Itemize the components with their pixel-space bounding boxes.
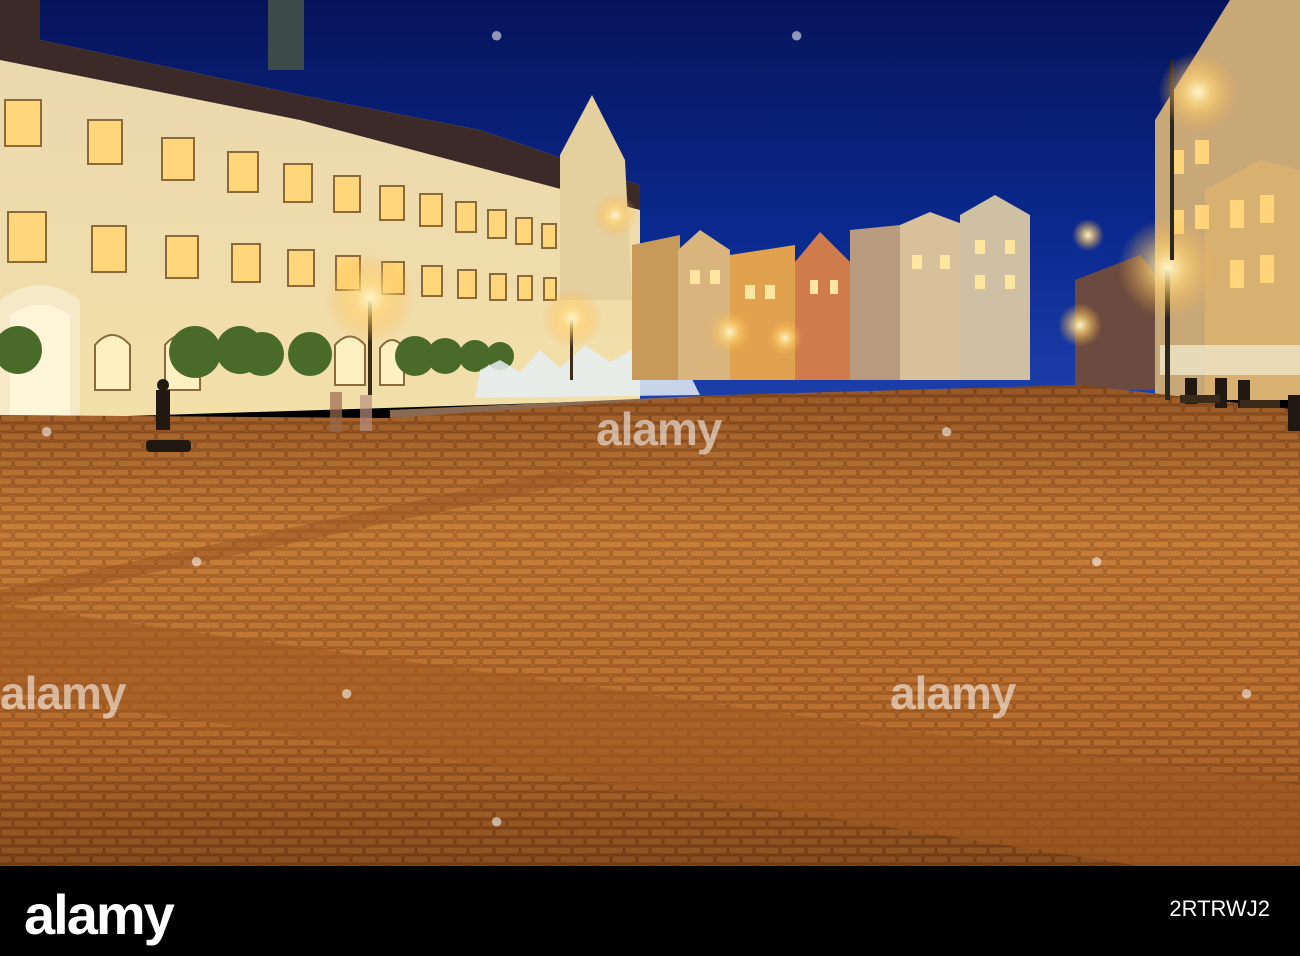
image-code: 2RTRWJ2 xyxy=(1169,896,1270,921)
scene-illustration xyxy=(0,0,1300,866)
night-square-photo: ● ● alamy alamy alamy ● ● ● ● ● ● ● xyxy=(0,0,1300,866)
image-frame: ● ● alamy alamy alamy ● ● ● ● ● ● ● alam… xyxy=(0,0,1300,956)
brand-logo: alamy xyxy=(24,883,175,946)
stock-footer-bar: alamy 2RTRWJ2 xyxy=(0,866,1300,956)
